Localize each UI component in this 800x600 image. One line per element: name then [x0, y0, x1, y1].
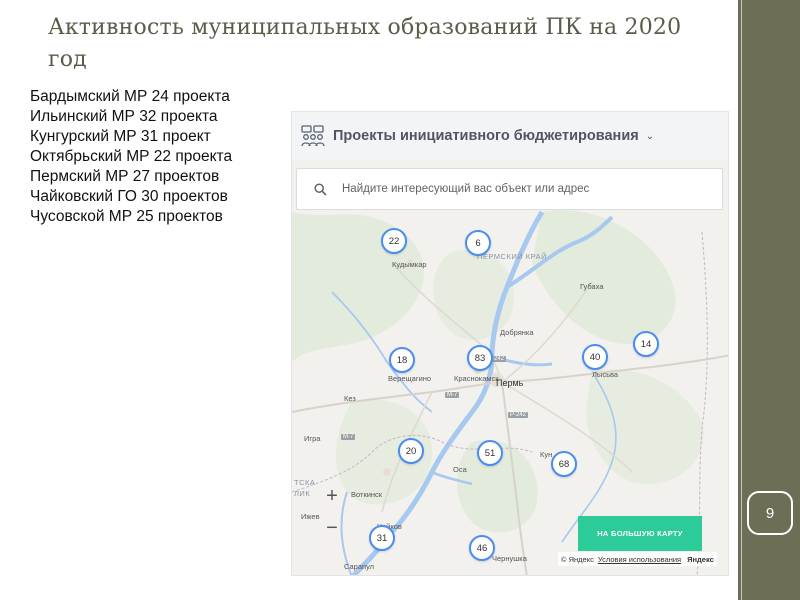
search-input[interactable]	[342, 183, 702, 195]
copyright-text: © Яндекс	[561, 554, 594, 564]
map-place-label: Воткинск	[351, 490, 383, 499]
zoom-in-button[interactable]: +	[316, 480, 348, 512]
list-item: Кунгурский МР 31 проект	[30, 128, 211, 145]
map-cluster-marker[interactable]: 46	[469, 535, 495, 561]
map-place-label: Лысьва	[592, 370, 619, 379]
map-place-label: Кез	[344, 394, 356, 403]
map-cluster-marker[interactable]: 68	[551, 451, 577, 477]
map-region-label: ЛИК	[294, 489, 311, 498]
map-place-label: Оса	[453, 465, 467, 474]
map-cluster-marker[interactable]: 20	[398, 438, 424, 464]
list-item: Чусовской МР 25 проектов	[30, 208, 223, 225]
map-cluster-marker[interactable]: 18	[389, 347, 415, 373]
list-item: Ильинский МР 32 проекта	[30, 108, 218, 125]
map-place-label: Игра	[304, 434, 321, 443]
list-item: Октябрьский МР 22 проекта	[30, 148, 233, 165]
list-item: Бардымский МР 24 проекта	[30, 88, 230, 105]
terms-link[interactable]: Условия использования	[598, 555, 681, 564]
open-big-map-button[interactable]: НА БОЛЬШУЮ КАРТУ	[578, 516, 702, 551]
map-place-label: Сарапул	[344, 562, 375, 571]
map-place-label: Чернушка	[492, 554, 527, 563]
search-icon[interactable]	[312, 181, 328, 197]
list-item: Чайковский ГО 30 проектов	[30, 188, 228, 205]
map-place-label: Кун	[540, 450, 553, 459]
map-cluster-marker[interactable]: 22	[381, 228, 407, 254]
map-place-label: Верещагино	[388, 374, 432, 383]
map-cluster-marker[interactable]: 14	[633, 331, 659, 357]
map-place-label: Губаха	[580, 282, 604, 291]
map-cluster-marker[interactable]: 51	[477, 440, 503, 466]
map-place-label: Добрянка	[500, 328, 534, 337]
side-divider	[741, 0, 742, 600]
road-badge: М-7	[445, 392, 460, 398]
widget-header: Проекты инициативного бюджетирования ⌄	[292, 112, 728, 160]
map-region-label: ТСКА	[294, 478, 316, 487]
yandex-logo[interactable]: Яндекс	[687, 555, 714, 564]
map-cluster-marker[interactable]: 83	[467, 345, 493, 371]
map-copyright: © Яндекс Условия использования Яндекс	[558, 552, 717, 566]
map-region-label: ПЕРМСКИЙ КРАЙ	[477, 252, 547, 261]
community-icon	[298, 121, 328, 151]
road-badge: М-7	[341, 434, 356, 440]
road-badge: Р-242	[508, 412, 529, 418]
map-place-label: Пермь	[496, 378, 524, 388]
search-box	[296, 168, 723, 210]
map-cluster-marker[interactable]: 40	[582, 344, 608, 370]
map-widget: Кудымкар ПЕРМСКИЙ КРАЙ Губаха Добрянка В…	[291, 111, 729, 576]
page-number: 9	[747, 491, 793, 535]
widget-title[interactable]: Проекты инициативного бюджетирования	[333, 128, 639, 144]
zoom-control: + −	[316, 480, 348, 550]
chevron-down-icon[interactable]: ⌄	[646, 131, 654, 142]
map-place-label: Краснокамск	[454, 374, 499, 383]
project-list: Бардымский МР 24 проекта Ильинский МР 32…	[30, 87, 232, 227]
list-item: Пермский МР 27 проектов	[30, 168, 220, 185]
page-title: Активность муниципальных образований ПК …	[48, 15, 682, 72]
map-cluster-marker[interactable]: 31	[369, 525, 395, 551]
map-cluster-marker[interactable]: 6	[465, 230, 491, 256]
zoom-out-button[interactable]: −	[316, 512, 348, 544]
map-place-label: Кудымкар	[392, 260, 427, 269]
